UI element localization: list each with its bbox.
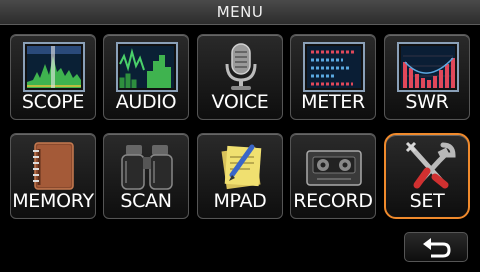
audio-scope-icon (116, 42, 178, 92)
voice-button[interactable]: VOICE (197, 34, 283, 120)
page-title: MENU (216, 3, 264, 21)
scan-button[interactable]: SCAN (103, 133, 189, 219)
spectrum-scope-icon (23, 42, 85, 92)
binoculars-icon (121, 145, 173, 190)
tile-label: SWR (405, 91, 449, 113)
tile-label: SCOPE (21, 91, 85, 113)
audio-button[interactable]: AUDIO (103, 34, 189, 120)
tile-label: RECORD (293, 190, 373, 212)
microphone-icon (225, 43, 257, 90)
return-arrow-icon (423, 238, 451, 258)
meter-icon (303, 42, 365, 92)
record-button[interactable]: RECORD (290, 133, 376, 219)
set-button[interactable]: SET (384, 133, 470, 219)
tools-icon (405, 141, 456, 189)
cassette-icon (306, 150, 362, 186)
tile-label: AUDIO (115, 91, 177, 113)
tile-label: MEMORY (12, 190, 94, 212)
meter-button[interactable]: METER (290, 34, 376, 120)
return-button[interactable] (404, 232, 468, 262)
memory-book-icon (33, 142, 74, 190)
memory-button[interactable]: MEMORY (10, 133, 96, 219)
scope-button[interactable]: SCOPE (10, 34, 96, 120)
swr-graph-icon (397, 42, 459, 92)
mpad-button[interactable]: MPAD (197, 133, 283, 219)
tile-label: MPAD (213, 190, 267, 212)
memo-pad-icon (221, 144, 262, 190)
title-bar: MENU (0, 0, 480, 25)
tile-label: SCAN (120, 190, 172, 212)
tile-label: SET (409, 190, 445, 212)
swr-button[interactable]: SWR (384, 34, 470, 120)
tile-label: VOICE (211, 91, 269, 113)
tile-label: METER (301, 91, 365, 113)
